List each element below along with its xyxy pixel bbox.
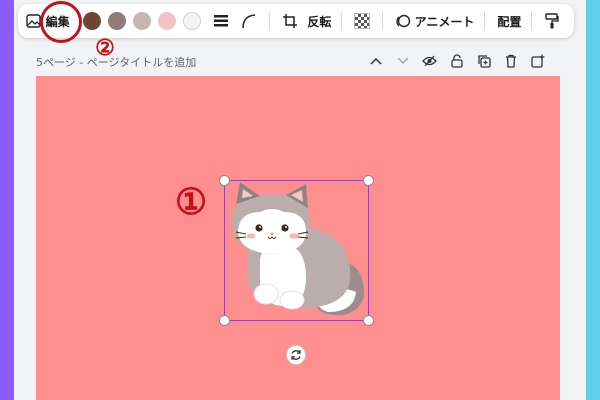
color-swatch-pink[interactable] (157, 12, 176, 30)
toolbar-divider (268, 12, 270, 30)
rotate-handle[interactable] (286, 345, 306, 365)
corner-rounding-icon[interactable] (240, 12, 258, 30)
paint-roller-icon[interactable] (543, 12, 561, 30)
rotate-icon (291, 350, 301, 360)
toolbar-divider (382, 12, 384, 30)
hide-page-icon[interactable] (422, 53, 437, 68)
color-swatch-white[interactable] (182, 12, 201, 30)
border-style-icon[interactable] (213, 12, 231, 30)
transparency-icon[interactable] (353, 12, 371, 30)
color-swatch-taupe[interactable] (107, 12, 126, 30)
animate-button[interactable]: アニメート (415, 13, 475, 30)
toolbar-divider (341, 12, 343, 30)
flip-button[interactable]: 反転 (307, 13, 331, 30)
annotation-marker-1: ① (174, 181, 208, 223)
color-swatch-light-taupe[interactable] (132, 12, 151, 30)
position-button[interactable]: 配置 (497, 13, 521, 30)
duplicate-page-icon[interactable] (476, 53, 491, 68)
toolbar-divider (484, 12, 486, 30)
resize-handle-top-left[interactable] (219, 175, 230, 186)
color-swatch-brown[interactable] (82, 12, 101, 30)
chevron-up-icon[interactable] (368, 53, 383, 68)
chevron-down-icon[interactable] (395, 53, 410, 68)
resize-handle-bottom-right[interactable] (363, 315, 374, 326)
resize-handle-top-right[interactable] (363, 175, 374, 186)
animate-icon[interactable] (394, 12, 412, 30)
crop-icon[interactable] (281, 12, 299, 30)
lock-icon[interactable] (449, 53, 464, 68)
trash-icon[interactable] (503, 53, 518, 68)
selection-box (224, 180, 369, 321)
context-toolbar: 編集 反転 アニメート 配置 (18, 4, 574, 38)
highlight-circle-edit (40, 1, 82, 43)
resize-handle-bottom-left[interactable] (219, 315, 230, 326)
page-actions (368, 53, 545, 68)
toolbar-divider (531, 12, 533, 30)
add-page-icon[interactable] (530, 53, 545, 68)
page-title[interactable]: 5ページ - ページタイトルを追加 (36, 54, 196, 70)
